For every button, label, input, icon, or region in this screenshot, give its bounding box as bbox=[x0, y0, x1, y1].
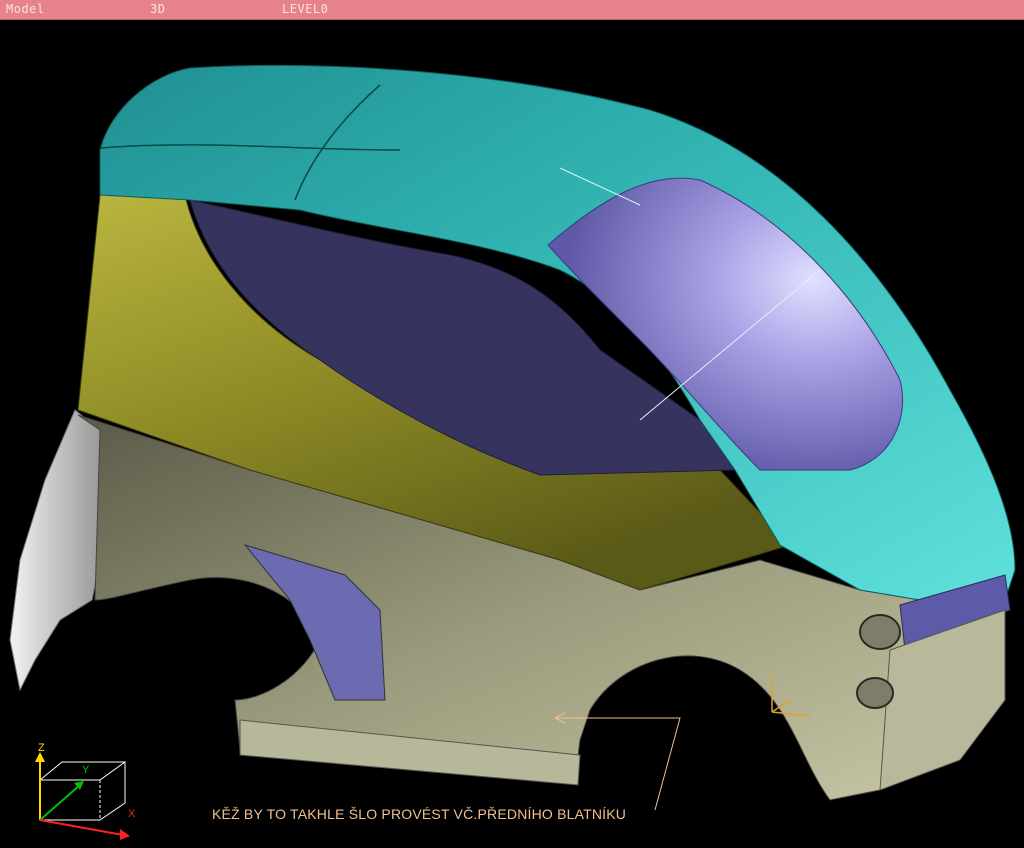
viewport-title-bar: Model 3D LEVEL0 bbox=[0, 0, 1024, 20]
headlamp-lower bbox=[856, 677, 894, 709]
axis-y-label: Y bbox=[82, 764, 90, 776]
headlamp-upper bbox=[859, 614, 901, 650]
level-label: LEVEL0 bbox=[282, 2, 329, 16]
axis-x-label: X bbox=[128, 808, 136, 820]
rear-fender-panel bbox=[9, 409, 101, 692]
model-mode-label: Model bbox=[6, 2, 45, 16]
3d-viewport[interactable]: Z Y X bbox=[0, 20, 1024, 848]
axis-z-label: Z bbox=[38, 742, 45, 754]
annotation-caption: KĚŽ BY TO TAKHLE ŠLO PROVÉST VČ.PŘEDNÍHO… bbox=[212, 806, 627, 822]
view-mode-label: 3D bbox=[150, 2, 166, 16]
car-body-model[interactable] bbox=[0, 20, 1024, 848]
